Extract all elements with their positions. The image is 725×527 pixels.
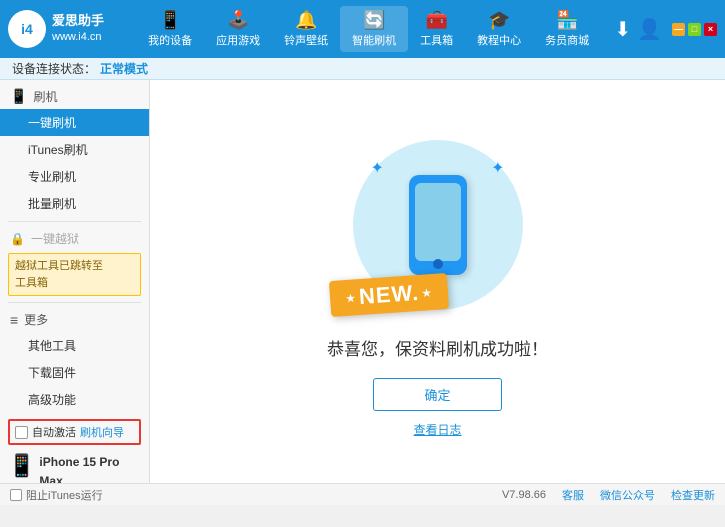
new-banner: ★NEW.★ <box>328 273 448 317</box>
itunes-row: 阻止iTunes运行 <box>10 487 103 503</box>
ringtone-label: 铃声壁纸 <box>284 32 328 48</box>
my-device-label: 我的设备 <box>148 32 192 48</box>
sidebar-item-advanced[interactable]: 高级功能 <box>0 386 149 413</box>
sidebar: 📱 刷机 一键刷机 iTunes刷机 专业刷机 批量刷机 🔒 一键越狱 越狱工具… <box>0 80 150 483</box>
apps-games-label: 应用游戏 <box>216 32 260 48</box>
tutorial-icon: 🎓 <box>488 10 510 31</box>
logo-area: i4 爱思助手 www.i4.cn <box>8 10 123 48</box>
download-icon[interactable]: ⬇ <box>614 17 631 42</box>
header-right: ⬇ 👤 — □ × <box>614 17 717 42</box>
jailbreak-label: 一键越狱 <box>31 230 79 247</box>
sidebar-item-pro-flash[interactable]: 专业刷机 <box>0 163 149 190</box>
auto-activate-row: 自动激活 刷机向导 <box>8 419 141 445</box>
phone-screen <box>415 183 461 261</box>
status-bar: 设备连接状态： 正常模式 <box>0 58 725 80</box>
sidebar-item-itunes-flash[interactable]: iTunes刷机 <box>0 136 149 163</box>
wechat-link[interactable]: 微信公众号 <box>600 487 655 503</box>
nav-item-ringtone[interactable]: 🔔 铃声壁纸 <box>272 6 340 52</box>
bottom-right: V7.98.66 客服 微信公众号 检查更新 <box>502 487 715 503</box>
check-update-link[interactable]: 检查更新 <box>671 487 715 503</box>
confirm-button[interactable]: 确定 <box>373 378 501 411</box>
more-icon: ≡ <box>10 312 18 328</box>
flash-section-label: 刷机 <box>33 88 57 105</box>
service-label: 务员商城 <box>545 32 589 48</box>
logo-text: 爱思助手 www.i4.cn <box>52 12 104 46</box>
sidebar-jailbreak-header: 🔒 一键越狱 <box>0 226 149 251</box>
nav-item-my-device[interactable]: 📱 我的设备 <box>136 6 204 52</box>
more-label: 更多 <box>24 311 48 328</box>
sidebar-item-download-firmware[interactable]: 下载固件 <box>0 359 149 386</box>
ringtone-icon: 🔔 <box>295 10 317 31</box>
flash-section-icon: 📱 <box>10 88 27 105</box>
new-star-left: ★ <box>345 293 356 305</box>
my-device-icon: 📱 <box>159 10 181 31</box>
sidebar-item-batch-flash[interactable]: 批量刷机 <box>0 190 149 217</box>
status-mode: 正常模式 <box>100 60 148 77</box>
device-details: iPhone 15 Pro Max 512GB iPhone <box>39 453 141 483</box>
sidebar-more-header: ≡ 更多 <box>0 307 149 332</box>
service-icon: 🏪 <box>556 10 578 31</box>
success-illustration: ✦ ✦ ★NEW.★ <box>338 125 538 325</box>
sidebar-item-one-key-flash[interactable]: 一键刷机 <box>0 109 149 136</box>
customer-service-link[interactable]: 客服 <box>562 487 584 503</box>
sidebar-section-flash-header: 📱 刷机 <box>0 80 149 109</box>
app-url: www.i4.cn <box>52 30 104 45</box>
logo-circle: i4 <box>8 10 46 48</box>
device-name: iPhone 15 Pro Max <box>39 453 141 483</box>
jailbreak-warning-box: 越狱工具已跳转至工具箱 <box>8 253 141 296</box>
sparkle-top-right-icon: ✦ <box>491 158 504 178</box>
phone-home-button <box>433 259 443 269</box>
body: 📱 刷机 一键刷机 iTunes刷机 专业刷机 批量刷机 🔒 一键越狱 越狱工具… <box>0 80 725 483</box>
smart-flash-icon: 🔄 <box>363 10 385 31</box>
bottom-bar: 阻止iTunes运行 V7.98.66 客服 微信公众号 检查更新 <box>0 483 725 505</box>
nav-item-apps-games[interactable]: 🕹️ 应用游戏 <box>204 6 272 52</box>
itunes-label: 阻止iTunes运行 <box>26 487 103 503</box>
header: i4 爱思助手 www.i4.cn 📱 我的设备 🕹️ 应用游戏 🔔 铃声壁纸 … <box>0 0 725 58</box>
close-button[interactable]: × <box>704 23 717 36</box>
version-text: V7.98.66 <box>502 489 546 501</box>
itunes-checkbox[interactable] <box>10 489 22 501</box>
maximize-button[interactable]: □ <box>688 23 701 36</box>
log-link[interactable]: 查看日志 <box>413 421 461 438</box>
jailbreak-warning-text: 越狱工具已跳转至工具箱 <box>15 260 103 289</box>
phone-body <box>409 175 467 275</box>
logo-icon: i4 <box>21 21 33 37</box>
lock-icon: 🔒 <box>10 232 25 246</box>
nav-bar: 📱 我的设备 🕹️ 应用游戏 🔔 铃声壁纸 🔄 智能刷机 🧰 工具箱 🎓 教程中… <box>123 6 614 52</box>
device-info-row: 📱 iPhone 15 Pro Max 512GB iPhone <box>0 449 149 483</box>
minimize-button[interactable]: — <box>672 23 685 36</box>
main-content: ✦ ✦ ★NEW.★ 恭喜您，保资料刷机成功啦！ 确定 查看日志 <box>150 80 725 483</box>
sidebar-divider-1 <box>8 221 141 222</box>
toolbox-icon: 🧰 <box>425 10 447 31</box>
nav-item-toolbox[interactable]: 🧰 工具箱 <box>408 6 465 52</box>
auto-activate-label: 自动激活 <box>32 424 76 440</box>
new-text: NEW. <box>358 280 420 309</box>
nav-item-tutorial[interactable]: 🎓 教程中心 <box>465 6 533 52</box>
status-prefix: 设备连接状态： <box>12 60 96 77</box>
success-message: 恭喜您，保资料刷机成功啦！ <box>327 335 548 360</box>
apps-games-icon: 🕹️ <box>227 10 249 31</box>
new-star-right: ★ <box>421 288 432 300</box>
auto-activate-checkbox[interactable] <box>15 426 28 439</box>
device-phone-icon: 📱 <box>8 453 35 479</box>
guide-label[interactable]: 刷机向导 <box>80 424 124 440</box>
toolbox-label: 工具箱 <box>420 32 453 48</box>
sidebar-item-other-tools[interactable]: 其他工具 <box>0 332 149 359</box>
nav-item-service[interactable]: 🏪 务员商城 <box>533 6 601 52</box>
user-icon[interactable]: 👤 <box>637 17 662 42</box>
window-controls: — □ × <box>672 23 717 36</box>
nav-item-smart-flash[interactable]: 🔄 智能刷机 <box>340 6 408 52</box>
sidebar-divider-2 <box>8 302 141 303</box>
tutorial-label: 教程中心 <box>477 32 521 48</box>
app-name: 爱思助手 <box>52 12 104 30</box>
smart-flash-label: 智能刷机 <box>352 32 396 48</box>
sparkle-top-left-icon: ✦ <box>371 158 384 178</box>
